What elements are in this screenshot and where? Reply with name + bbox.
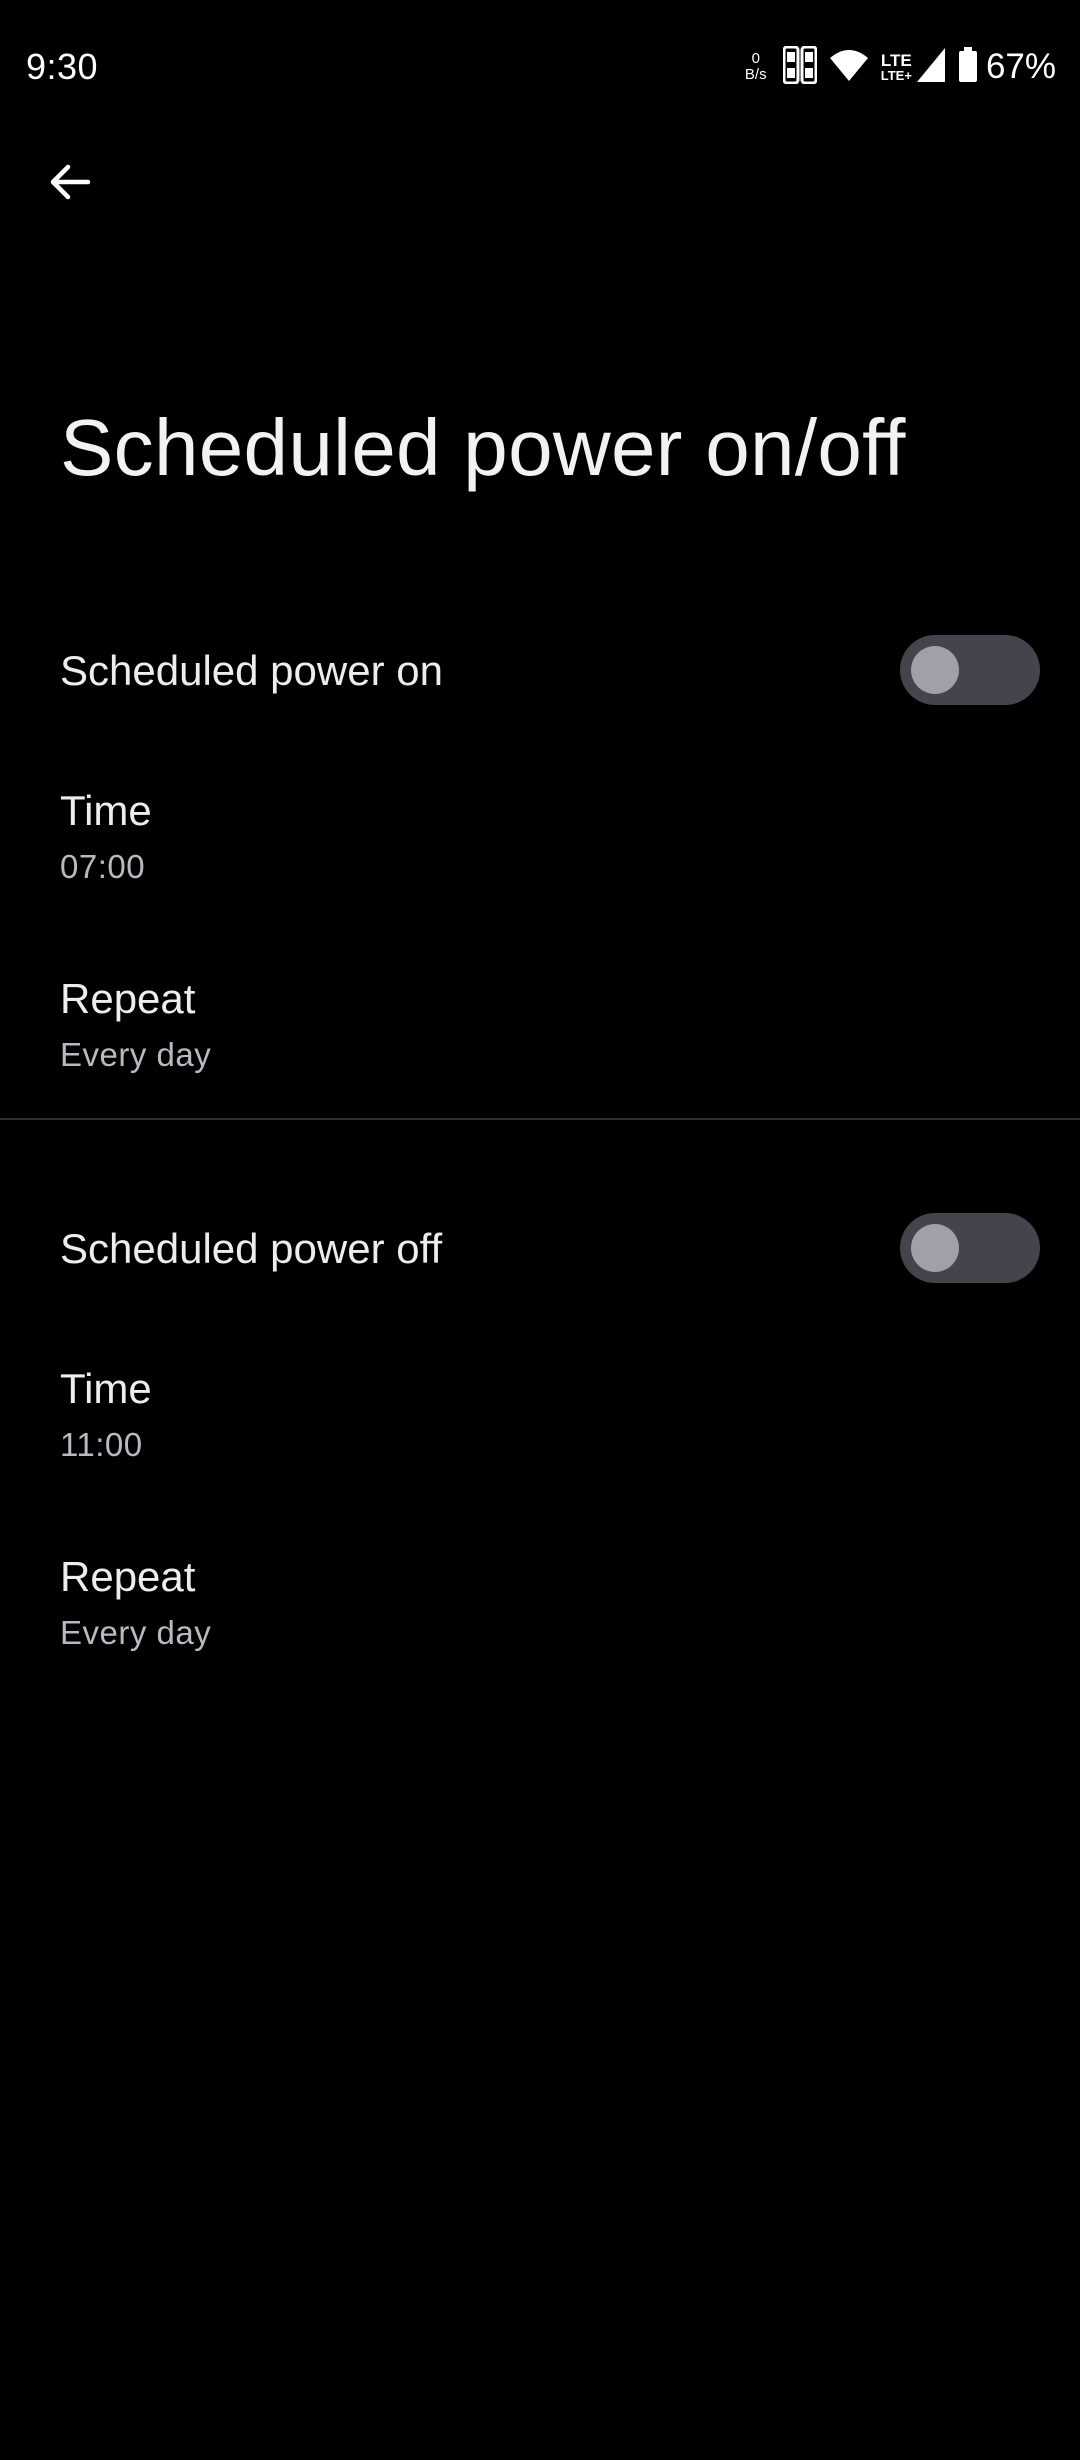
battery-icon bbox=[958, 46, 978, 88]
power-off-time-row[interactable]: Time 11:00 bbox=[0, 1338, 1080, 1498]
network-speed-unit: B/s bbox=[744, 66, 767, 83]
power-off-time-value: 11:00 bbox=[60, 1426, 143, 1463]
scheduled-power-on-label: Scheduled power on bbox=[60, 647, 443, 694]
toggle-knob bbox=[911, 1224, 959, 1272]
power-off-time-title: Time bbox=[60, 1365, 152, 1412]
scheduled-power-off-row[interactable]: Scheduled power off bbox=[0, 1183, 1080, 1313]
power-on-repeat-value: Every day bbox=[60, 1036, 212, 1073]
signal-icon bbox=[916, 47, 946, 88]
back-button[interactable] bbox=[36, 150, 104, 218]
network-type-primary: LTE bbox=[880, 50, 912, 70]
arrow-back-icon bbox=[48, 160, 92, 209]
power-on-repeat-row[interactable]: Repeat Every day bbox=[0, 950, 1080, 1110]
section-divider bbox=[0, 1118, 1080, 1120]
battery-percent: 67% bbox=[985, 47, 1056, 86]
network-type-secondary: LTE+ bbox=[880, 67, 912, 83]
power-off-repeat-title: Repeat bbox=[60, 1553, 196, 1600]
toggle-knob bbox=[911, 646, 959, 694]
page-title: Scheduled power on/off bbox=[60, 403, 906, 492]
sim-icon bbox=[782, 45, 818, 89]
power-off-repeat-value: Every day bbox=[60, 1614, 212, 1651]
status-bar: 9:30 0 B/s LTE LTE+ 67% bbox=[0, 0, 1080, 135]
power-on-time-title: Time bbox=[60, 787, 152, 834]
scheduled-power-off-label: Scheduled power off bbox=[60, 1225, 443, 1272]
scheduled-power-off-toggle[interactable] bbox=[900, 1213, 1040, 1283]
status-icons: 0 B/s LTE LTE+ 67% bbox=[741, 42, 1056, 92]
power-on-time-value: 07:00 bbox=[60, 848, 146, 885]
wifi-icon bbox=[829, 48, 869, 87]
power-off-repeat-row[interactable]: Repeat Every day bbox=[0, 1528, 1080, 1688]
power-on-time-row[interactable]: Time 07:00 bbox=[0, 760, 1080, 920]
network-speed-indicator: 0 B/s bbox=[741, 51, 771, 83]
network-type: LTE LTE+ bbox=[881, 52, 912, 83]
status-time: 9:30 bbox=[26, 46, 99, 87]
scheduled-power-on-row[interactable]: Scheduled power on bbox=[0, 605, 1080, 735]
scheduled-power-on-toggle[interactable] bbox=[900, 635, 1040, 705]
power-on-repeat-title: Repeat bbox=[60, 975, 196, 1022]
network-speed-value: 0 bbox=[751, 50, 760, 67]
